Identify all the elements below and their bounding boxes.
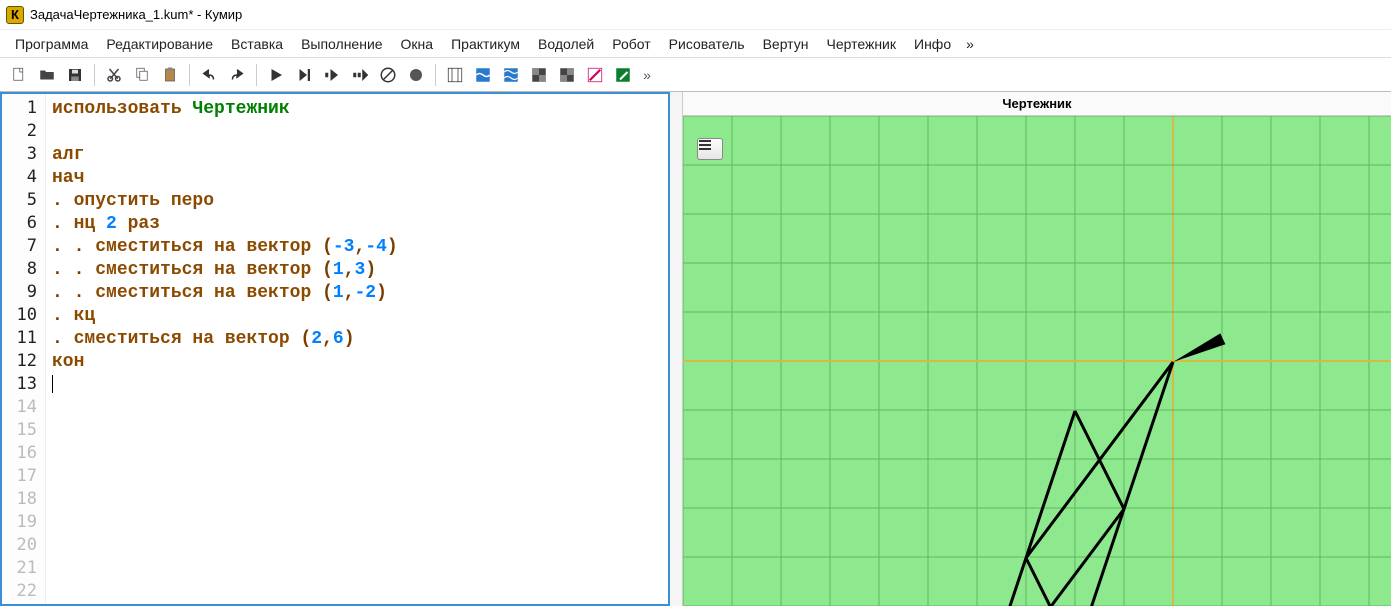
menu-инфо[interactable]: Инфо xyxy=(905,32,960,56)
run-icon[interactable] xyxy=(263,62,289,88)
run-step-icon[interactable] xyxy=(291,62,317,88)
code-line[interactable]: . . сместиться на вектор (-3,-4) xyxy=(52,236,668,259)
toolbar-more[interactable]: » xyxy=(638,67,656,83)
line-number: 22 xyxy=(2,581,45,604)
menu-окна[interactable]: Окна xyxy=(392,32,443,56)
line-number: 19 xyxy=(2,512,45,535)
code-line[interactable] xyxy=(52,374,668,397)
menu-практикум[interactable]: Практикум xyxy=(442,32,529,56)
pause-icon[interactable] xyxy=(403,62,429,88)
line-number: 16 xyxy=(2,443,45,466)
undo-icon[interactable] xyxy=(196,62,222,88)
line-number: 9 xyxy=(2,282,45,305)
line-number: 18 xyxy=(2,489,45,512)
module-water-icon[interactable] xyxy=(470,62,496,88)
code-line[interactable]: . . сместиться на вектор (1,-2) xyxy=(52,282,668,305)
line-number: 20 xyxy=(2,535,45,558)
code-line[interactable]: . опустить перо xyxy=(52,190,668,213)
open-file-icon[interactable] xyxy=(34,62,60,88)
module-drawer-icon[interactable] xyxy=(610,62,636,88)
redo-icon[interactable] xyxy=(224,62,250,88)
line-number: 14 xyxy=(2,397,45,420)
line-number: 2 xyxy=(2,121,45,144)
canvas-menu-button[interactable] xyxy=(697,138,723,160)
drawer-title: Чертежник xyxy=(683,92,1391,116)
drawer-canvas[interactable] xyxy=(683,116,1391,606)
editor-pane[interactable]: 12345678910111213141516171819202122 испо… xyxy=(0,92,670,606)
module-painter-icon[interactable] xyxy=(582,62,608,88)
line-number: 17 xyxy=(2,466,45,489)
paste-icon[interactable] xyxy=(157,62,183,88)
code-line[interactable]: нач xyxy=(52,167,668,190)
save-file-icon[interactable] xyxy=(62,62,88,88)
window-title: ЗадачаЧертежника_1.kum* - Кумир xyxy=(30,7,242,22)
code-line[interactable]: . кц xyxy=(52,305,668,328)
line-gutter: 12345678910111213141516171819202122 xyxy=(2,94,46,604)
step-into-icon[interactable] xyxy=(319,62,345,88)
line-number: 3 xyxy=(2,144,45,167)
line-number: 6 xyxy=(2,213,45,236)
code-line[interactable]: . нц 2 раз xyxy=(52,213,668,236)
new-file-icon[interactable] xyxy=(6,62,32,88)
line-number: 11 xyxy=(2,328,45,351)
menu-программа[interactable]: Программа xyxy=(6,32,97,56)
menu-робот[interactable]: Робот xyxy=(603,32,659,56)
line-number: 21 xyxy=(2,558,45,581)
code-line[interactable] xyxy=(52,121,668,144)
line-number: 15 xyxy=(2,420,45,443)
line-number: 13 xyxy=(2,374,45,397)
code-line[interactable]: . . сместиться на вектор (1,3) xyxy=(52,259,668,282)
line-number: 4 xyxy=(2,167,45,190)
cut-icon[interactable] xyxy=(101,62,127,88)
menu-водолей[interactable]: Водолей xyxy=(529,32,603,56)
module-grid1-icon[interactable] xyxy=(526,62,552,88)
line-number: 5 xyxy=(2,190,45,213)
menu-редактирование[interactable]: Редактирование xyxy=(97,32,222,56)
code-line[interactable]: . сместиться на вектор (2,6) xyxy=(52,328,668,351)
app-icon: К xyxy=(6,6,24,24)
menubar: ПрограммаРедактированиеВставкаВыполнение… xyxy=(0,30,1391,58)
line-number: 7 xyxy=(2,236,45,259)
code-line[interactable]: кон xyxy=(52,351,668,374)
copy-icon[interactable] xyxy=(129,62,155,88)
code-line[interactable]: использовать Чертежник xyxy=(52,98,668,121)
step-over-icon[interactable] xyxy=(347,62,373,88)
line-number: 10 xyxy=(2,305,45,328)
toolbar: » xyxy=(0,58,1391,92)
drawer-pane: Чертежник xyxy=(682,92,1391,606)
code-line[interactable]: алг xyxy=(52,144,668,167)
module-grid2-icon[interactable] xyxy=(554,62,580,88)
titlebar: К ЗадачаЧертежника_1.kum* - Кумир xyxy=(0,0,1391,30)
line-number: 1 xyxy=(2,98,45,121)
menu-выполнение[interactable]: Выполнение xyxy=(292,32,391,56)
menu-рисователь[interactable]: Рисователь xyxy=(660,32,754,56)
module-1-icon[interactable] xyxy=(442,62,468,88)
code-area[interactable]: использовать Чертежник алгнач. опустить п… xyxy=(46,94,668,604)
menu-more[interactable]: » xyxy=(960,32,980,56)
menu-вставка[interactable]: Вставка xyxy=(222,32,292,56)
menu-вертун[interactable]: Вертун xyxy=(754,32,818,56)
pane-splitter[interactable] xyxy=(670,92,682,606)
stop-icon[interactable] xyxy=(375,62,401,88)
menu-чертежник[interactable]: Чертежник xyxy=(817,32,905,56)
line-number: 12 xyxy=(2,351,45,374)
line-number: 8 xyxy=(2,259,45,282)
module-robot-icon[interactable] xyxy=(498,62,524,88)
